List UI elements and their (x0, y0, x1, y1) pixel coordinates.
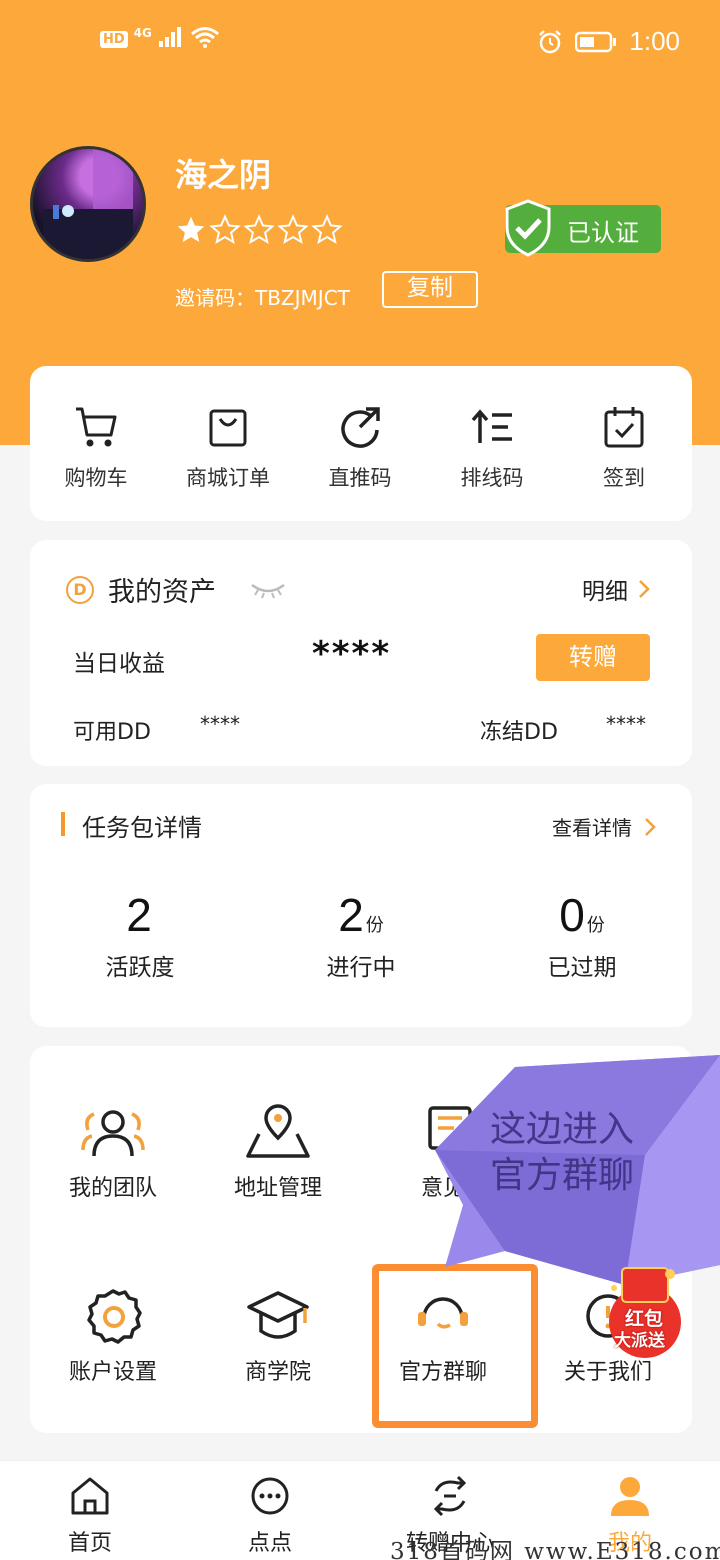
daily-income-label: 当日收益 (73, 651, 165, 677)
available-dd-value: **** (200, 712, 240, 736)
avatar[interactable] (30, 146, 146, 262)
rating-stars (175, 214, 343, 246)
frozen-dd-value: **** (606, 712, 646, 736)
assets-detail-link[interactable]: 明细 (582, 572, 650, 606)
service-business-school[interactable]: 商学院 (195, 1286, 361, 1386)
hd-badge: HD (100, 31, 128, 48)
signal-icon (158, 27, 181, 47)
frozen-dd-label: 冻结DD (480, 720, 558, 745)
quick-menu: 购物车 商城订单 直推码 排线码 签到 (30, 366, 692, 521)
copy-button[interactable]: 复制 (382, 271, 478, 308)
share-arrow-icon (341, 407, 380, 448)
team-icon (81, 1110, 145, 1157)
verified-badge: 已认证 (505, 199, 661, 257)
transfer-icon (433, 1475, 467, 1517)
red-packet-badge[interactable]: 红包 大派送 (600, 1262, 690, 1362)
stat-activity: 2 活跃度 (105, 889, 175, 981)
nav-home[interactable]: 首页 (0, 1473, 180, 1557)
transfer-button[interactable]: 转赠 (536, 634, 650, 681)
battery-icon (575, 31, 617, 52)
dots-icon (251, 1477, 289, 1515)
task-package-card: 任务包详情 查看详情 2 活跃度 2份 进行中 0份 已过期 (30, 784, 692, 1027)
star-filled-icon (177, 216, 205, 242)
cart-icon (76, 407, 117, 447)
daily-income-value: **** (312, 634, 392, 674)
quick-item-referral-code[interactable]: 直推码 (294, 404, 426, 492)
alarm-icon (539, 29, 562, 53)
shield-check-icon (505, 199, 551, 257)
assets-title: 我的资产 (108, 577, 216, 608)
graduation-cap-icon (247, 1291, 309, 1339)
clock: 1:00 (629, 26, 680, 56)
wifi-icon (190, 27, 219, 48)
my-assets-card: D 我的资产 明细 当日收益 **** 转赠 可用DD **** 冻结DD **… (30, 540, 692, 766)
star-empty-icon (209, 214, 241, 245)
sort-list-icon (471, 409, 512, 443)
stat-expired: 0份 已过期 (547, 889, 617, 981)
tasks-title: 任务包详情 (82, 814, 202, 842)
quick-item-check-in[interactable]: 签到 (558, 404, 690, 492)
quick-item-mall-orders[interactable]: 商城订单 (162, 404, 294, 492)
star-empty-icon (277, 214, 309, 245)
shopping-bag-icon (209, 409, 247, 447)
gear-icon (87, 1289, 142, 1344)
available-dd-label: 可用DD (73, 720, 151, 745)
username: 海之阴 (175, 156, 272, 194)
watermark: 318首码网 www.E318.com (390, 1539, 720, 1560)
service-my-team[interactable]: 我的团队 (30, 1102, 196, 1202)
stat-in-progress: 2份 进行中 (326, 889, 396, 981)
section-marker (61, 812, 65, 836)
quick-item-cart[interactable]: 购物车 (30, 404, 162, 492)
home-icon (71, 1477, 109, 1515)
view-details-link[interactable]: 查看详情 (552, 812, 656, 841)
nav-dots[interactable]: 点点 (180, 1473, 360, 1557)
calendar-check-icon (604, 407, 644, 448)
dd-coin-icon: D (66, 575, 94, 604)
chevron-right-icon (645, 817, 656, 836)
service-address-management[interactable]: 地址管理 (195, 1102, 361, 1202)
chevron-right-icon (639, 580, 650, 598)
invite-code: 邀请码：TBZJMJCT (175, 286, 350, 310)
star-empty-icon (311, 214, 343, 245)
verified-label: 已认证 (567, 219, 639, 247)
star-empty-icon (243, 214, 275, 245)
callout-text: 这边进入 官方群聊 (490, 1109, 635, 1196)
eye-closed-icon[interactable] (250, 581, 286, 599)
status-bar: HD 4G 1:00 (0, 0, 720, 84)
service-account-settings[interactable]: 账户设置 (30, 1286, 196, 1386)
location-pin-icon (246, 1104, 310, 1158)
quick-item-line-code[interactable]: 排线码 (426, 404, 558, 492)
profile-icon (611, 1477, 649, 1516)
network-type: 4G (133, 26, 152, 40)
